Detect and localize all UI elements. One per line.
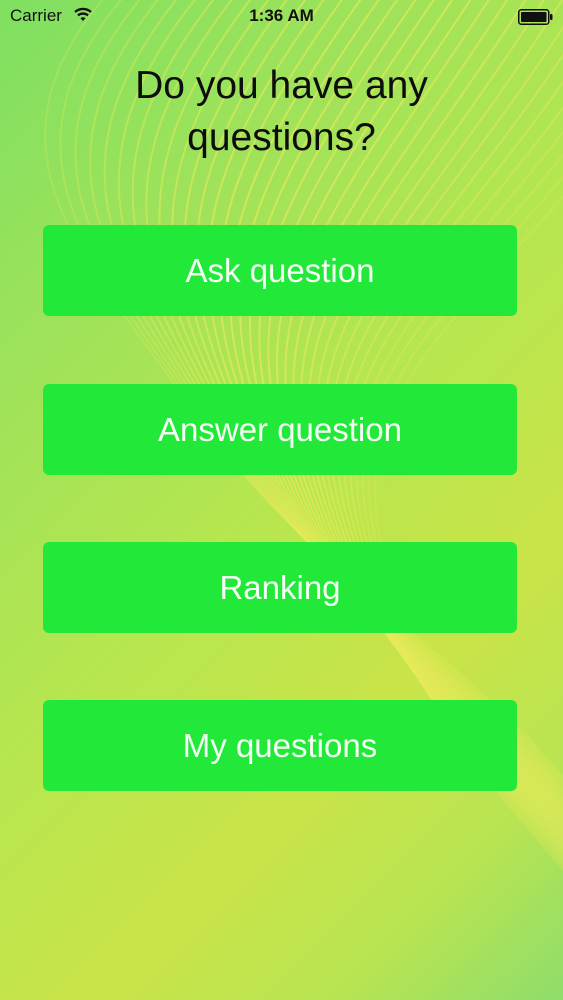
ranking-button[interactable]: Ranking: [43, 542, 517, 633]
status-bar: Carrier 1:36 AM: [0, 0, 563, 32]
answer-question-button[interactable]: Answer question: [43, 384, 517, 475]
status-time: 1:36 AM: [249, 6, 314, 25]
my-questions-button[interactable]: My questions: [43, 700, 517, 791]
ask-question-button[interactable]: Ask question: [43, 225, 517, 316]
app-screen: Carrier 1:36 AM Do you have any question…: [0, 0, 563, 1000]
battery-icon: [518, 9, 553, 25]
page-title: Do you have any questions?: [135, 64, 428, 159]
